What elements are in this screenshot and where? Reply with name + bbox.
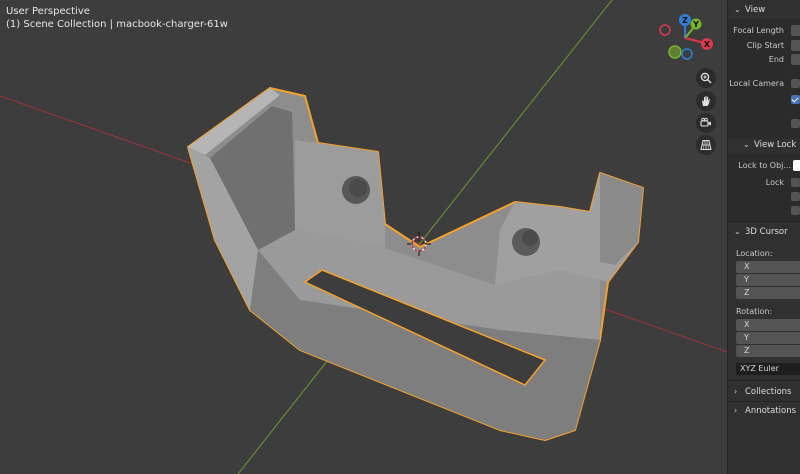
clip-start-label: Clip Start	[746, 41, 784, 50]
section-divider	[728, 221, 800, 222]
cursor-location-y[interactable]: Y	[736, 274, 800, 286]
model-screw-hole-left-inner	[349, 179, 367, 197]
view-option-checkbox[interactable]	[791, 119, 800, 128]
lock-to-object-label: Lock to Obj...	[738, 161, 791, 170]
lock-camera-checkbox[interactable]	[791, 178, 800, 187]
rotation-mode-select[interactable]: XYZ Euler	[736, 363, 800, 375]
location-label: Location:	[736, 249, 773, 258]
cursor-rotation-z[interactable]: Z	[736, 345, 800, 357]
lock-label: Lock	[765, 178, 784, 187]
local-camera-label: Local Camera	[729, 79, 784, 88]
zoom-icon	[700, 72, 712, 84]
model-right-wall	[600, 173, 643, 265]
clip-end-label: End	[768, 55, 784, 64]
lock-rotation-checkbox[interactable]	[791, 206, 800, 215]
charger-holder-model[interactable]	[187, 87, 644, 441]
grid-ortho-icon	[700, 140, 712, 150]
section-divider	[728, 380, 800, 381]
camera-icon	[700, 117, 711, 127]
focal-length-field[interactable]	[791, 25, 800, 36]
hand-pan-icon	[702, 96, 710, 106]
clip-end-field[interactable]	[791, 54, 800, 65]
gizmo-y-label: Y	[692, 20, 699, 29]
local-camera-checkbox[interactable]	[791, 95, 800, 104]
clip-start-field[interactable]	[791, 40, 800, 51]
pan-button[interactable]	[696, 91, 716, 111]
cursor-rotation-y[interactable]: Y	[736, 332, 800, 344]
lock-cursor-checkbox[interactable]	[791, 192, 800, 201]
lock-object-field[interactable]	[793, 160, 800, 171]
view-lock-header[interactable]: ⌄ View Lock	[728, 137, 800, 153]
chevron-down-icon: ⌄	[734, 227, 741, 236]
cursor-panel-header[interactable]: ⌄ 3D Cursor	[728, 224, 800, 240]
view-panel-header[interactable]: ⌄ View	[728, 2, 800, 18]
gizmo-neg-z-axis[interactable]	[681, 48, 693, 60]
model-screw-hole-right-inner	[522, 230, 538, 246]
chevron-right-icon: ›	[734, 406, 738, 415]
viewport-collection-info: (1) Scene Collection | macbook-charger-6…	[6, 19, 228, 30]
zoom-button[interactable]	[696, 68, 716, 88]
annotations-panel-header[interactable]: › Annotations	[728, 403, 800, 419]
gizmo-neg-y-axis[interactable]	[668, 45, 682, 59]
n-panel-sidebar[interactable]: ⌄ View Focal Length Clip Start End Local…	[727, 0, 800, 474]
local-camera-toggle[interactable]	[791, 79, 800, 88]
viewport-scene[interactable]: Z Y X	[0, 0, 727, 474]
chevron-right-icon: ›	[734, 387, 738, 396]
section-divider	[728, 401, 800, 402]
model-middle-post	[295, 140, 385, 248]
chevron-down-icon: ⌄	[734, 5, 741, 14]
cursor-location-x[interactable]: X	[736, 261, 800, 273]
focal-length-label: Focal Length	[733, 26, 784, 35]
gizmo-z-label: Z	[682, 16, 688, 25]
cursor-rotation-x[interactable]: X	[736, 319, 800, 331]
rotation-label: Rotation:	[736, 307, 773, 316]
navigation-gizmo[interactable]: Z Y X	[659, 14, 713, 60]
gizmo-neg-x-axis[interactable]	[659, 24, 671, 36]
camera-view-button[interactable]	[696, 113, 716, 133]
viewport-view-name: User Perspective	[6, 6, 90, 17]
ortho-toggle-button[interactable]	[696, 135, 716, 155]
3d-viewport[interactable]: Z Y X User Perspective (1) Scene Collect…	[0, 0, 727, 474]
collections-panel-header[interactable]: › Collections	[728, 384, 800, 400]
chevron-down-icon: ⌄	[743, 140, 750, 149]
gizmo-x-label: X	[704, 40, 711, 49]
cursor-location-z[interactable]: Z	[736, 287, 800, 299]
